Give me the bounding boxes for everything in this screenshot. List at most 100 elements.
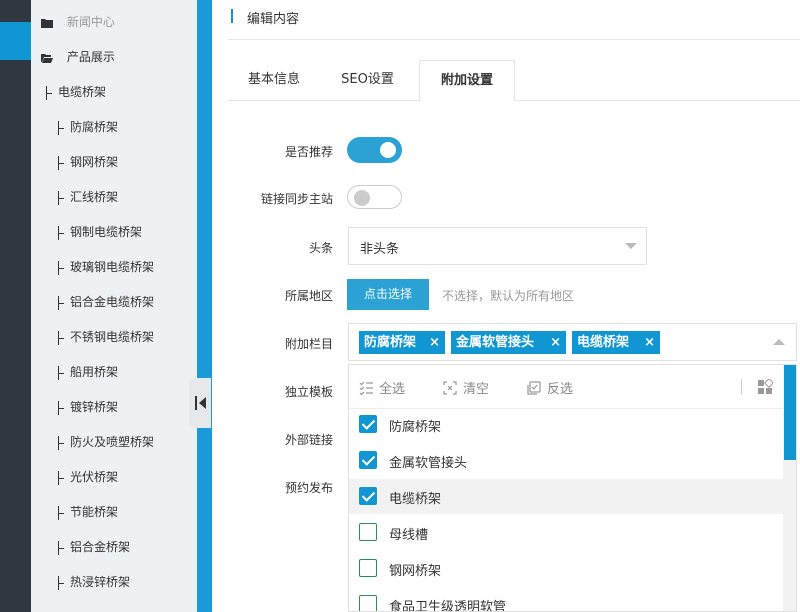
page-title: 编辑内容: [247, 12, 300, 27]
invert-icon: [527, 381, 541, 395]
tree-item[interactable]: 玻璃钢电缆桥架: [31, 256, 197, 278]
selected-tag: 金属软管接头 ×: [451, 331, 566, 354]
tree-item-label: 玻璃钢电缆桥架: [70, 260, 155, 274]
option-label: 食品卫生级透明软管: [389, 600, 507, 612]
checkbox-empty-icon[interactable]: [359, 523, 377, 541]
chevron-up-icon: [773, 339, 785, 345]
sync-toggle[interactable]: [347, 185, 402, 209]
chevron-down-icon: [625, 243, 637, 249]
tree-branch-icon: [57, 365, 67, 380]
tag-label: 电缆桥架: [577, 335, 630, 350]
select-all-label: 全选: [379, 382, 406, 397]
sidebar-splitter[interactable]: [197, 0, 212, 612]
recommend-toggle[interactable]: [347, 137, 402, 163]
dropdown-option[interactable]: 钢网桥架: [349, 551, 783, 586]
tree-item[interactable]: 防火及喷塑桥架: [31, 431, 197, 453]
clear-icon: [443, 381, 457, 395]
rail-active-item[interactable]: [0, 22, 31, 60]
tree-item-cable-tray[interactable]: 电缆桥架: [31, 81, 197, 103]
tree-item-news[interactable]: 新闻中心: [31, 11, 197, 33]
option-label: 电缆桥架: [389, 492, 442, 507]
tree-item-label: 新闻中心: [66, 15, 115, 29]
dropdown-option[interactable]: 食品卫生级透明软管: [349, 587, 783, 612]
headline-select[interactable]: 非头条: [348, 227, 647, 265]
headline-value: 非头条: [360, 242, 400, 257]
tab-seo[interactable]: SEO设置: [320, 60, 415, 101]
remove-tag-icon[interactable]: ×: [429, 331, 440, 354]
tree-item-label: 节能桥架: [70, 505, 119, 519]
dropdown-scrollbar[interactable]: [783, 365, 796, 611]
tree-item[interactable]: 镀锌桥架: [31, 396, 197, 418]
tree-item[interactable]: 汇线桥架: [31, 186, 197, 208]
dropdown-option[interactable]: 母线槽: [349, 515, 783, 550]
tree-item[interactable]: 热浸锌桥架: [31, 571, 197, 593]
recommend-label: 是否推荐: [284, 145, 333, 159]
tree-item-label: 光伏桥架: [70, 470, 119, 484]
main-panel: 编辑内容 基本信息 SEO设置 附加设置 是否推荐 链接同步主站 头条 非头条 …: [212, 0, 800, 612]
tree-item[interactable]: 不锈钢电缆桥架: [31, 326, 197, 348]
tree-item-label: 镀锌桥架: [70, 400, 119, 414]
tree-item[interactable]: 光伏桥架: [31, 466, 197, 488]
tree-item[interactable]: 钢网桥架: [31, 151, 197, 173]
template-label: 独立模板: [284, 385, 333, 399]
tree-branch-icon: [45, 85, 55, 100]
tree-branch-icon: [57, 505, 67, 520]
option-label: 钢网桥架: [389, 564, 442, 579]
sync-label: 链接同步主站: [260, 192, 333, 206]
select-region-button[interactable]: 点击选择: [347, 279, 429, 310]
toolbar-divider: [741, 379, 742, 395]
tree-item[interactable]: 铝合金电缆桥架: [31, 291, 197, 313]
tree-item-label: 铝合金桥架: [70, 540, 131, 554]
dropdown-option[interactable]: 防腐桥架: [349, 407, 783, 442]
scrollbar-thumb[interactable]: [784, 365, 796, 460]
tree-item-label: 防火及喷塑桥架: [70, 435, 155, 449]
collapse-arrow-icon: [199, 397, 206, 409]
checkbox-empty-icon[interactable]: [359, 595, 377, 611]
dropdown-option[interactable]: 金属软管接头: [349, 443, 783, 478]
collapse-left-icon: [195, 396, 197, 410]
tree-branch-icon: [57, 295, 67, 310]
tree-item-label: 不锈钢电缆桥架: [70, 330, 155, 344]
tree-branch-icon: [57, 190, 67, 205]
clear-button[interactable]: 清空: [443, 378, 489, 397]
external-link-label: 外部链接: [284, 433, 333, 447]
schedule-label: 预约发布: [284, 481, 333, 495]
remove-tag-icon[interactable]: ×: [550, 331, 561, 354]
tree-item[interactable]: 船用桥架: [31, 361, 197, 383]
region-hint: 不选择，默认为所有地区: [442, 289, 575, 303]
extra-column-multiselect[interactable]: 防腐桥架 × 金属软管接头 × 电缆桥架 ×: [348, 323, 797, 361]
option-label: 金属软管接头: [389, 456, 468, 471]
tree-item-products[interactable]: 产品展示: [31, 46, 197, 68]
dropdown-option[interactable]: 电缆桥架: [349, 479, 783, 514]
invert-selection-button[interactable]: 反选: [527, 378, 573, 397]
tree-item-label: 汇线桥架: [70, 190, 119, 204]
select-all-button[interactable]: 全选: [359, 378, 405, 397]
tree-item-label: 热浸锌桥架: [70, 575, 131, 589]
tree-branch-icon: [57, 575, 67, 590]
tree-item[interactable]: 节能桥架: [31, 501, 197, 523]
tree-item[interactable]: 铝合金桥架: [31, 536, 197, 558]
checkbox-checked-icon[interactable]: [359, 415, 377, 433]
tree-branch-icon: [57, 435, 67, 450]
grid-view-icon[interactable]: [757, 379, 773, 395]
extra-column-label: 附加栏目: [284, 337, 333, 351]
tab-bar: 基本信息 SEO设置 附加设置: [228, 60, 800, 102]
selected-tag: 电缆桥架 ×: [572, 331, 660, 354]
tab-basic-info[interactable]: 基本信息: [228, 60, 320, 101]
tree-item[interactable]: 钢制电缆桥架: [31, 221, 197, 243]
tree-branch-icon: [57, 120, 67, 135]
toggle-knob: [380, 142, 396, 158]
toggle-knob: [354, 190, 370, 206]
panel-header: 编辑内容: [228, 0, 800, 40]
checkbox-empty-icon[interactable]: [359, 559, 377, 577]
remove-tag-icon[interactable]: ×: [644, 331, 655, 354]
folder-open-icon: [41, 53, 53, 63]
collapse-sidebar-button[interactable]: [189, 378, 211, 428]
invert-label: 反选: [547, 382, 574, 397]
tab-extra-settings[interactable]: 附加设置: [419, 60, 515, 102]
clear-label: 清空: [463, 382, 490, 397]
tree-item-label: 钢制电缆桥架: [70, 225, 143, 239]
tree-item[interactable]: 防腐桥架: [31, 116, 197, 138]
checkbox-checked-icon[interactable]: [359, 487, 377, 505]
checkbox-checked-icon[interactable]: [359, 451, 377, 469]
